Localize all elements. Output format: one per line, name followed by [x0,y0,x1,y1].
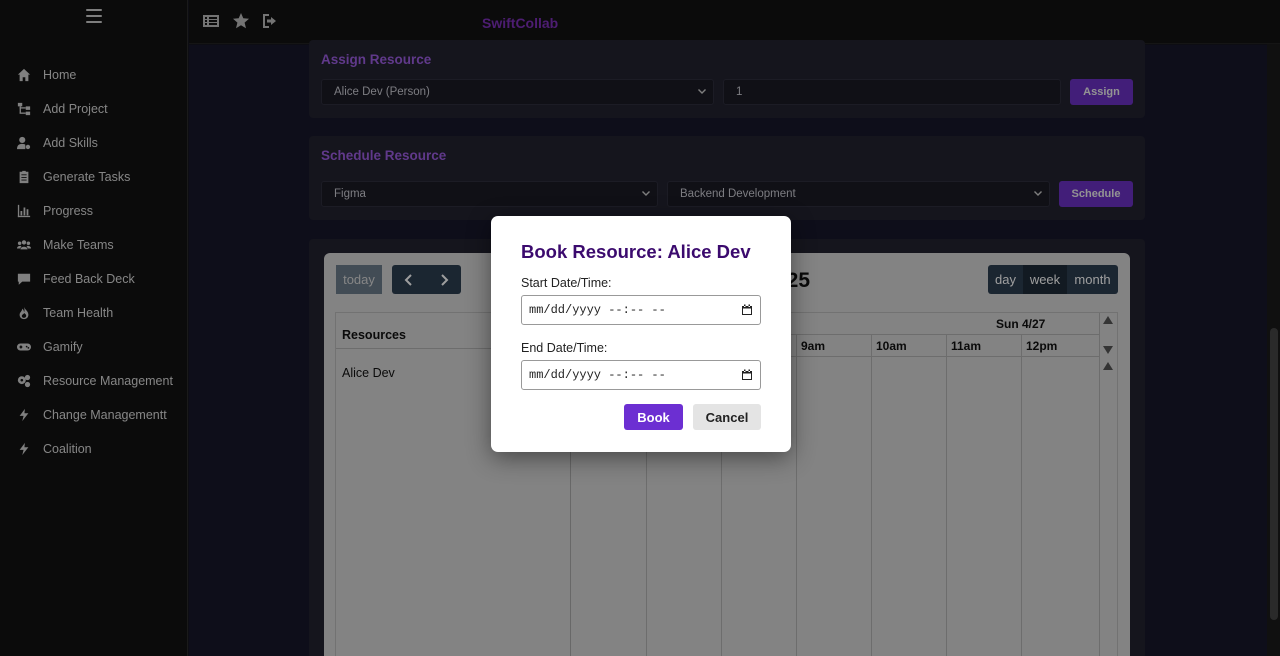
end-datetime-placeholder: mm/dd/yyyy --:-- -- [529,368,666,382]
start-datetime-placeholder: mm/dd/yyyy --:-- -- [529,303,666,317]
book-resource-modal: Book Resource: Alice Dev Start Date/Time… [491,216,791,452]
start-datetime-label: Start Date/Time: [521,276,612,290]
calendar-icon[interactable] [741,369,753,381]
calendar-icon[interactable] [741,304,753,316]
start-datetime-input[interactable]: mm/dd/yyyy --:-- -- [521,295,761,325]
end-datetime-label: End Date/Time: [521,341,608,355]
cancel-button[interactable]: Cancel [693,404,761,430]
modal-title: Book Resource: Alice Dev [521,241,751,262]
end-datetime-input[interactable]: mm/dd/yyyy --:-- -- [521,360,761,390]
book-button[interactable]: Book [624,404,683,430]
